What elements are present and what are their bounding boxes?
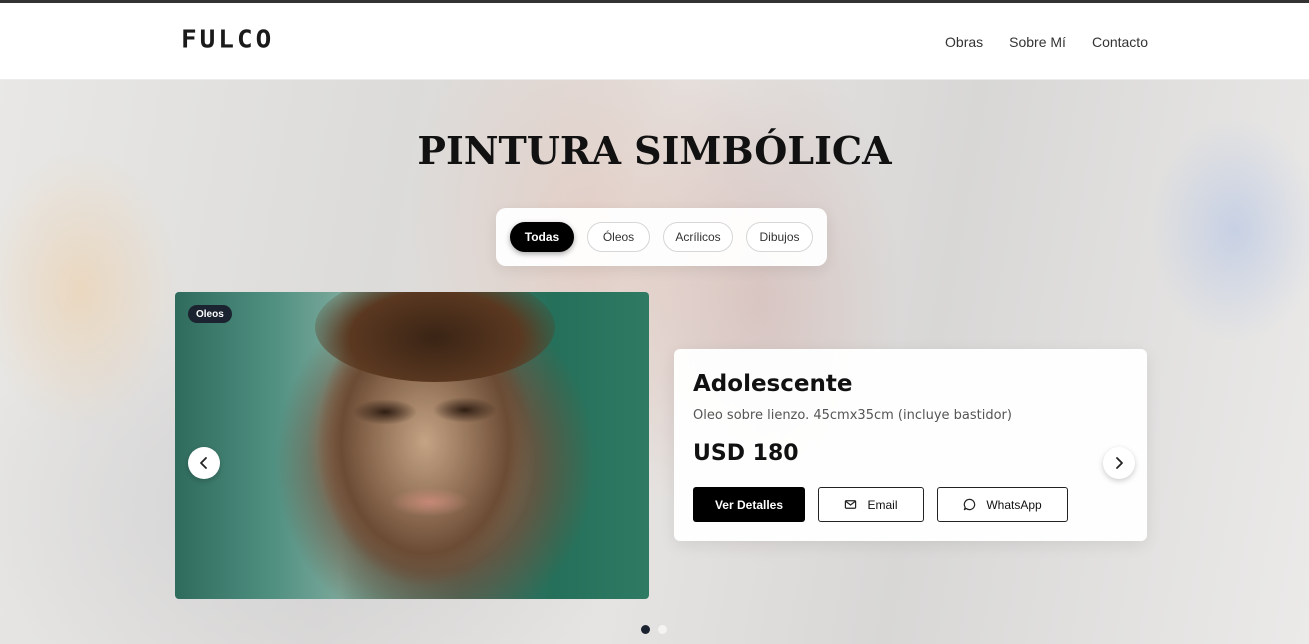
category-badge: Oleos [188,305,232,323]
artwork-description: Oleo sobre lienzo. 45cmx35cm (incluye ba… [693,408,1012,423]
mail-icon [845,500,857,509]
nav-link-contacto[interactable]: Contacto [1092,34,1148,50]
filter-chip-acrilicos[interactable]: Acrílicos [663,222,733,252]
site-header: FULCO Obras Sobre Mí Contacto [0,3,1309,80]
email-button[interactable]: Email [818,487,924,522]
view-details-button[interactable]: Ver Detalles [693,487,805,522]
artwork-info-card: Adolescente Oleo sobre lienzo. 45cmx35cm… [674,349,1147,541]
chevron-right-icon [1116,457,1123,469]
email-button-label: Email [867,497,898,512]
filter-chip-oleos[interactable]: Óleos [587,222,650,252]
chevron-left-icon [200,457,207,469]
chat-bubble-icon [964,498,976,511]
nav-link-obras[interactable]: Obras [945,34,983,50]
whatsapp-button-label: WhatsApp [986,497,1042,512]
artwork-price: USD 180 [693,441,799,466]
nav-link-sobre-mi[interactable]: Sobre Mí [1009,34,1066,50]
filter-chip-dibujos[interactable]: Dibujos [746,222,813,252]
main-nav: Obras Sobre Mí Contacto [945,34,1148,50]
carousel-pagination [641,625,667,634]
whatsapp-button[interactable]: WhatsApp [937,487,1068,522]
artwork-image[interactable]: Oleos [175,292,649,599]
artwork-title: Adolescente [693,371,853,397]
carousel-dot-1[interactable] [641,625,650,634]
filter-chip-todas[interactable]: Todas [510,222,574,252]
view-details-label: Ver Detalles [714,497,784,512]
category-filter-bar: Todas Óleos Acrílicos Dibujos [496,208,827,266]
carousel-prev-button[interactable] [188,447,220,479]
carousel-dot-2[interactable] [658,625,667,634]
page-title: PINTURA SIMBÓLICA [417,128,892,173]
carousel-next-button[interactable] [1103,447,1135,479]
site-logo[interactable]: FULCO [181,26,274,55]
